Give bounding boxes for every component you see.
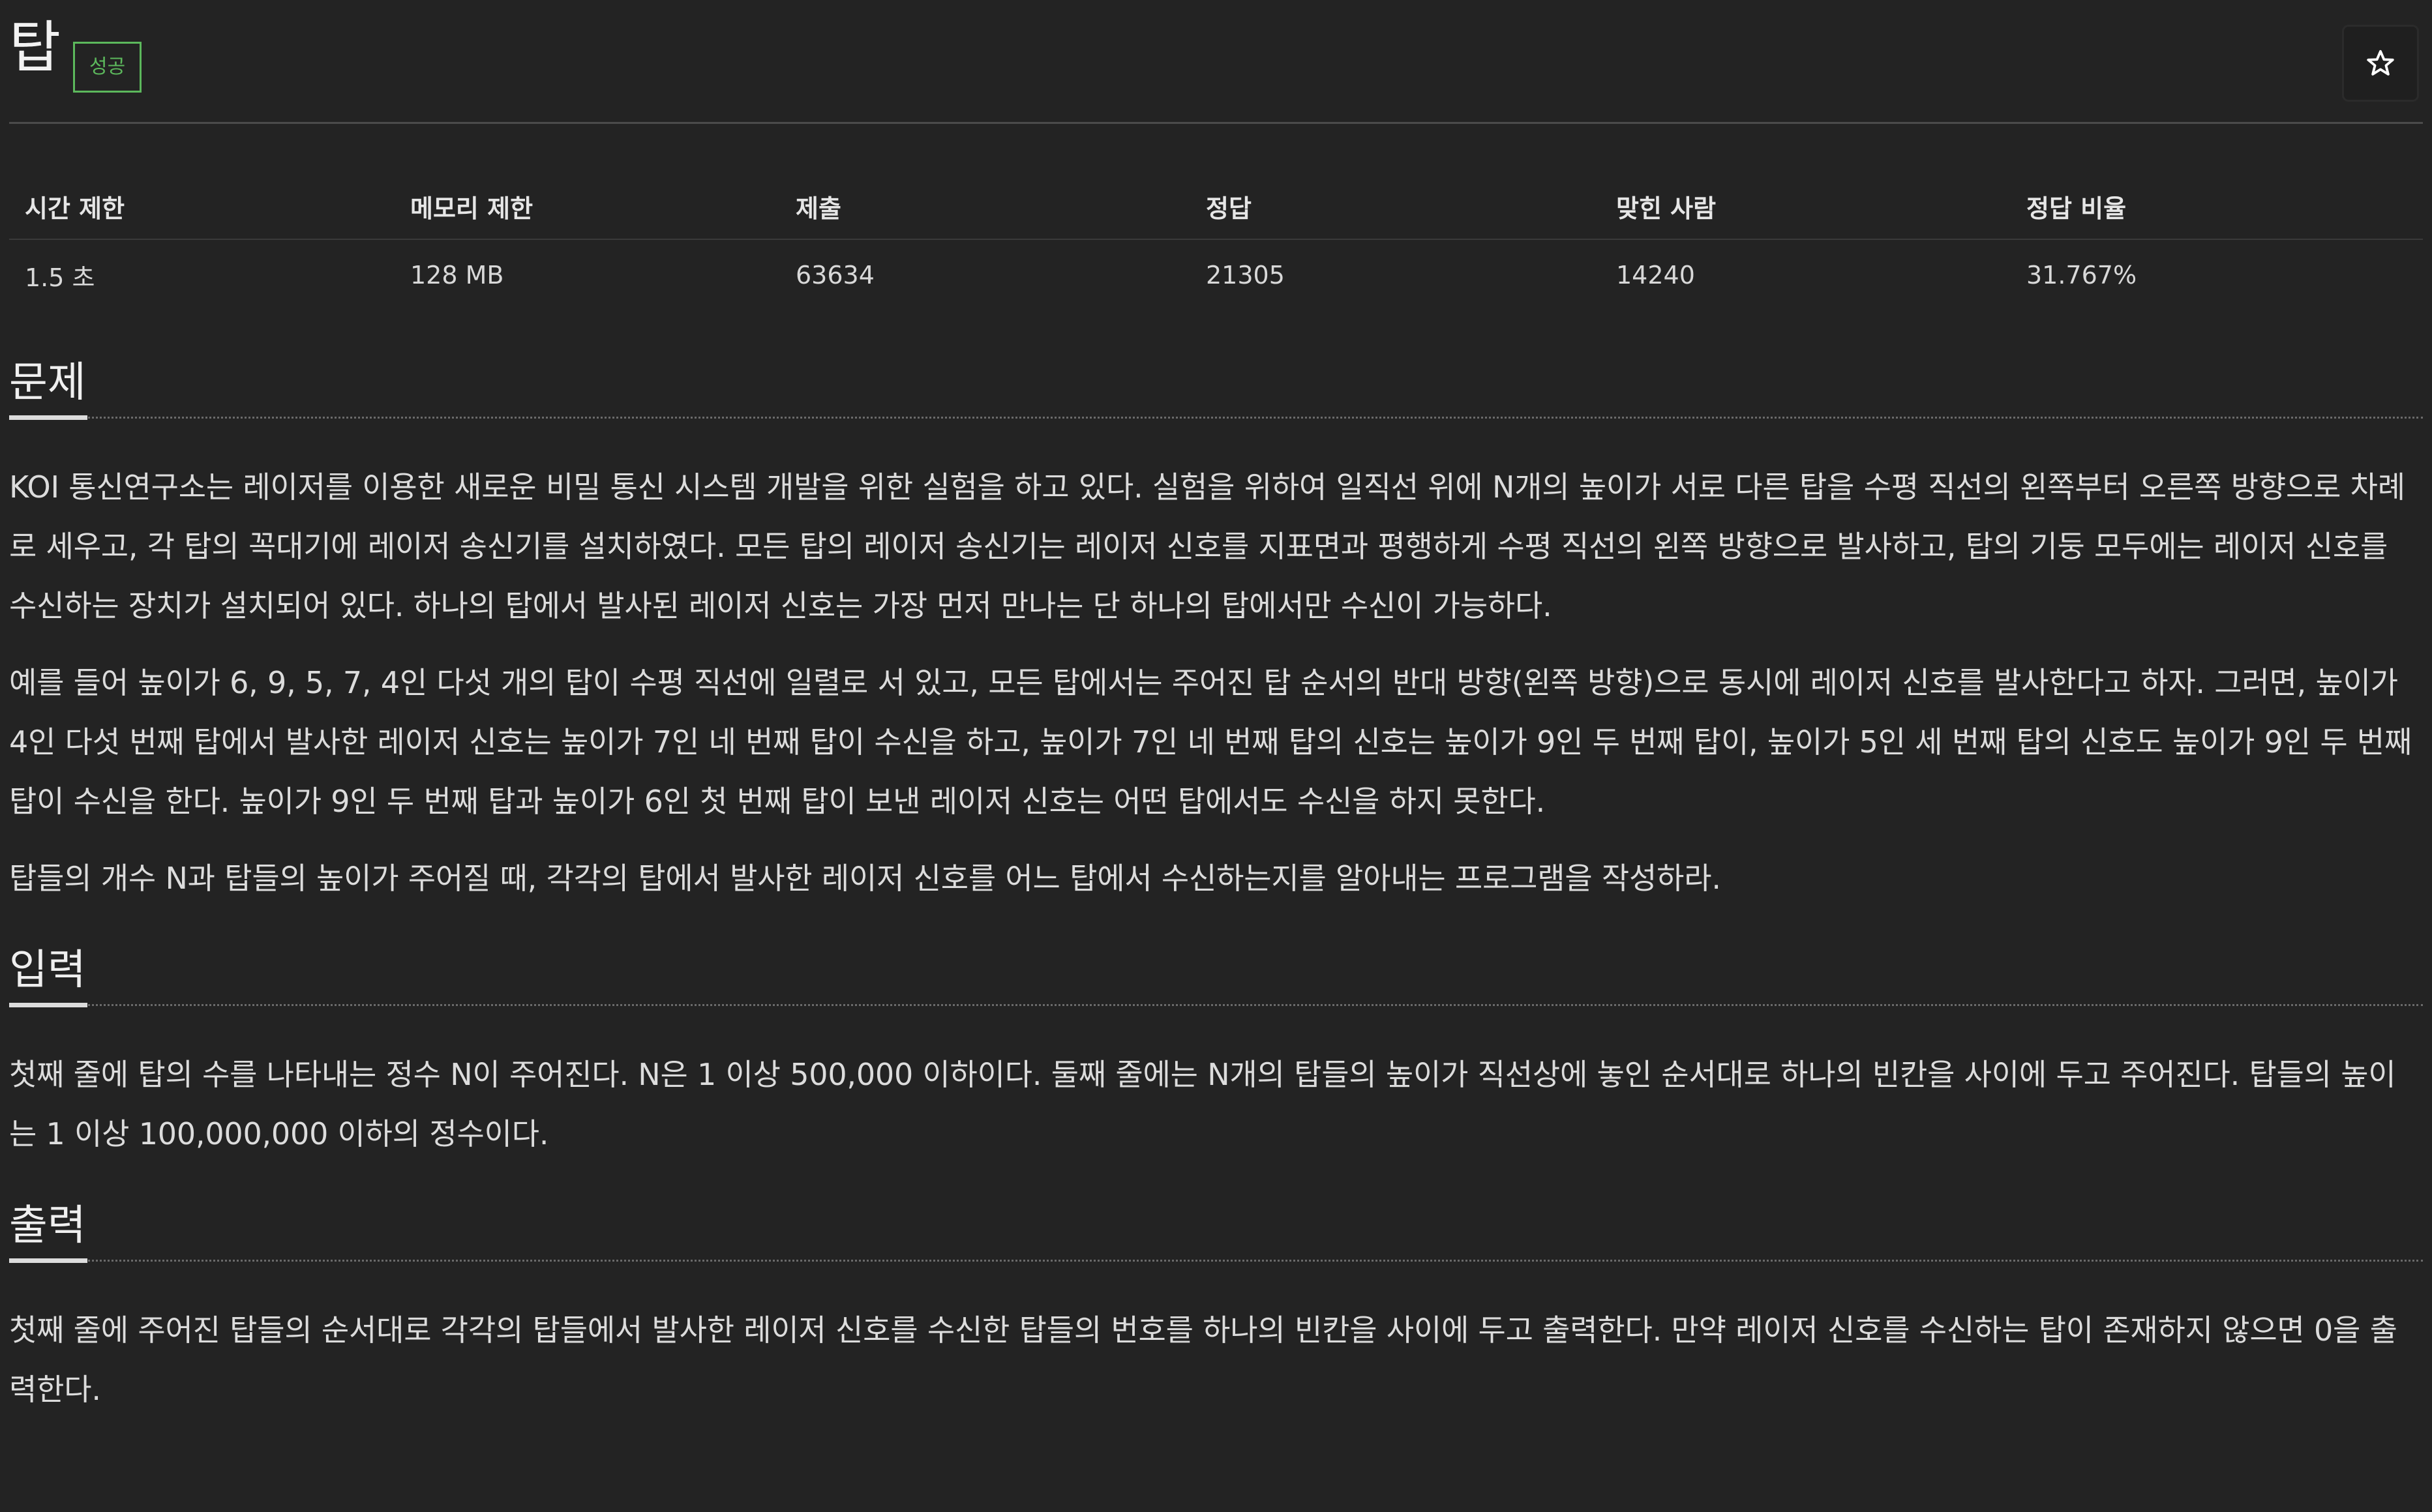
input-description: 첫째 줄에 탑의 수를 나타내는 정수 N이 주어진다. N은 1 이상 500… xyxy=(9,1045,2423,1164)
output-section-header: 출력 xyxy=(9,1190,2423,1263)
problem-section-header: 문제 xyxy=(9,347,2423,420)
output-section: 출력 첫째 줄에 주어진 탑들의 순서대로 각각의 탑들에서 발사한 레이저 신… xyxy=(9,1190,2423,1419)
stats-value-accept-ratio: 31.767% xyxy=(2026,261,2137,289)
stats-header-submissions: 제출 xyxy=(780,173,1190,240)
problem-paragraph: KOI 통신연구소는 레이저를 이용한 새로운 비밀 통신 시스템 개발을 위한… xyxy=(9,469,2405,623)
problem-stats-table: 시간 제한 메모리 제한 제출 정답 맞힌 사람 정답 비율 1.5 초 128… xyxy=(9,173,2423,310)
problem-paragraph: 탑들의 개수 N과 탑들의 높이가 주어질 때, 각각의 탑에서 발사한 레이저… xyxy=(9,861,1721,896)
stats-header-accept-ratio: 정답 비율 xyxy=(2011,173,2423,240)
output-paragraph: 첫째 줄에 주어진 탑들의 순서대로 각각의 탑들에서 발사한 레이저 신호를 … xyxy=(9,1312,2397,1407)
heading-underline xyxy=(9,1258,87,1263)
stats-header-time-limit: 시간 제한 xyxy=(9,173,395,240)
problem-description: KOI 통신연구소는 레이저를 이용한 새로운 비밀 통신 시스템 개발을 위한… xyxy=(9,458,2423,908)
problem-heading: 문제 xyxy=(9,359,86,407)
page-title: 탑 xyxy=(9,15,61,80)
stats-value-solvers: 14240 xyxy=(1616,261,1695,289)
problem-paragraph: 예를 들어 높이가 6, 9, 5, 7, 4인 다섯 개의 탑이 수평 직선에… xyxy=(9,665,2412,819)
stats-header-row: 시간 제한 메모리 제한 제출 정답 맞힌 사람 정답 비율 xyxy=(9,173,2423,240)
stats-header-accepted: 정답 xyxy=(1190,173,1600,240)
heading-underline xyxy=(9,1003,87,1007)
stats-value-submissions: 63634 xyxy=(796,261,875,289)
output-heading: 출력 xyxy=(9,1202,86,1250)
problem-section: 문제 KOI 통신연구소는 레이저를 이용한 새로운 비밀 통신 시스템 개발을… xyxy=(9,347,2423,908)
input-paragraph: 첫째 줄에 탑의 수를 나타내는 정수 N이 주어진다. N은 1 이상 500… xyxy=(9,1057,2396,1151)
stats-value-time-limit: 1.5 초 xyxy=(25,263,95,292)
output-description: 첫째 줄에 주어진 탑들의 순서대로 각각의 탑들에서 발사한 레이저 신호를 … xyxy=(9,1301,2423,1419)
stats-value-memory-limit: 128 MB xyxy=(410,261,504,289)
stats-header-solvers: 맞힌 사람 xyxy=(1600,173,2011,240)
input-section-header: 입력 xyxy=(9,934,2423,1007)
favorite-button[interactable] xyxy=(2342,25,2419,102)
problem-page: 탑 성공 시간 제한 메모리 제한 제출 정답 맞힌 사람 정답 비율 1.5 … xyxy=(0,0,2432,1512)
heading-underline xyxy=(9,415,87,420)
input-section: 입력 첫째 줄에 탑의 수를 나타내는 정수 N이 주어진다. N은 1 이상 … xyxy=(9,934,2423,1164)
status-badge: 성공 xyxy=(73,42,142,93)
stats-value-accepted: 21305 xyxy=(1206,261,1285,289)
stats-header-memory-limit: 메모리 제한 xyxy=(395,173,780,240)
title-row: 탑 성공 xyxy=(9,0,2423,124)
stats-value-row: 1.5 초 128 MB 63634 21305 14240 31.767% xyxy=(9,239,2423,310)
input-heading: 입력 xyxy=(9,946,86,994)
star-outline-icon xyxy=(2367,50,2394,76)
